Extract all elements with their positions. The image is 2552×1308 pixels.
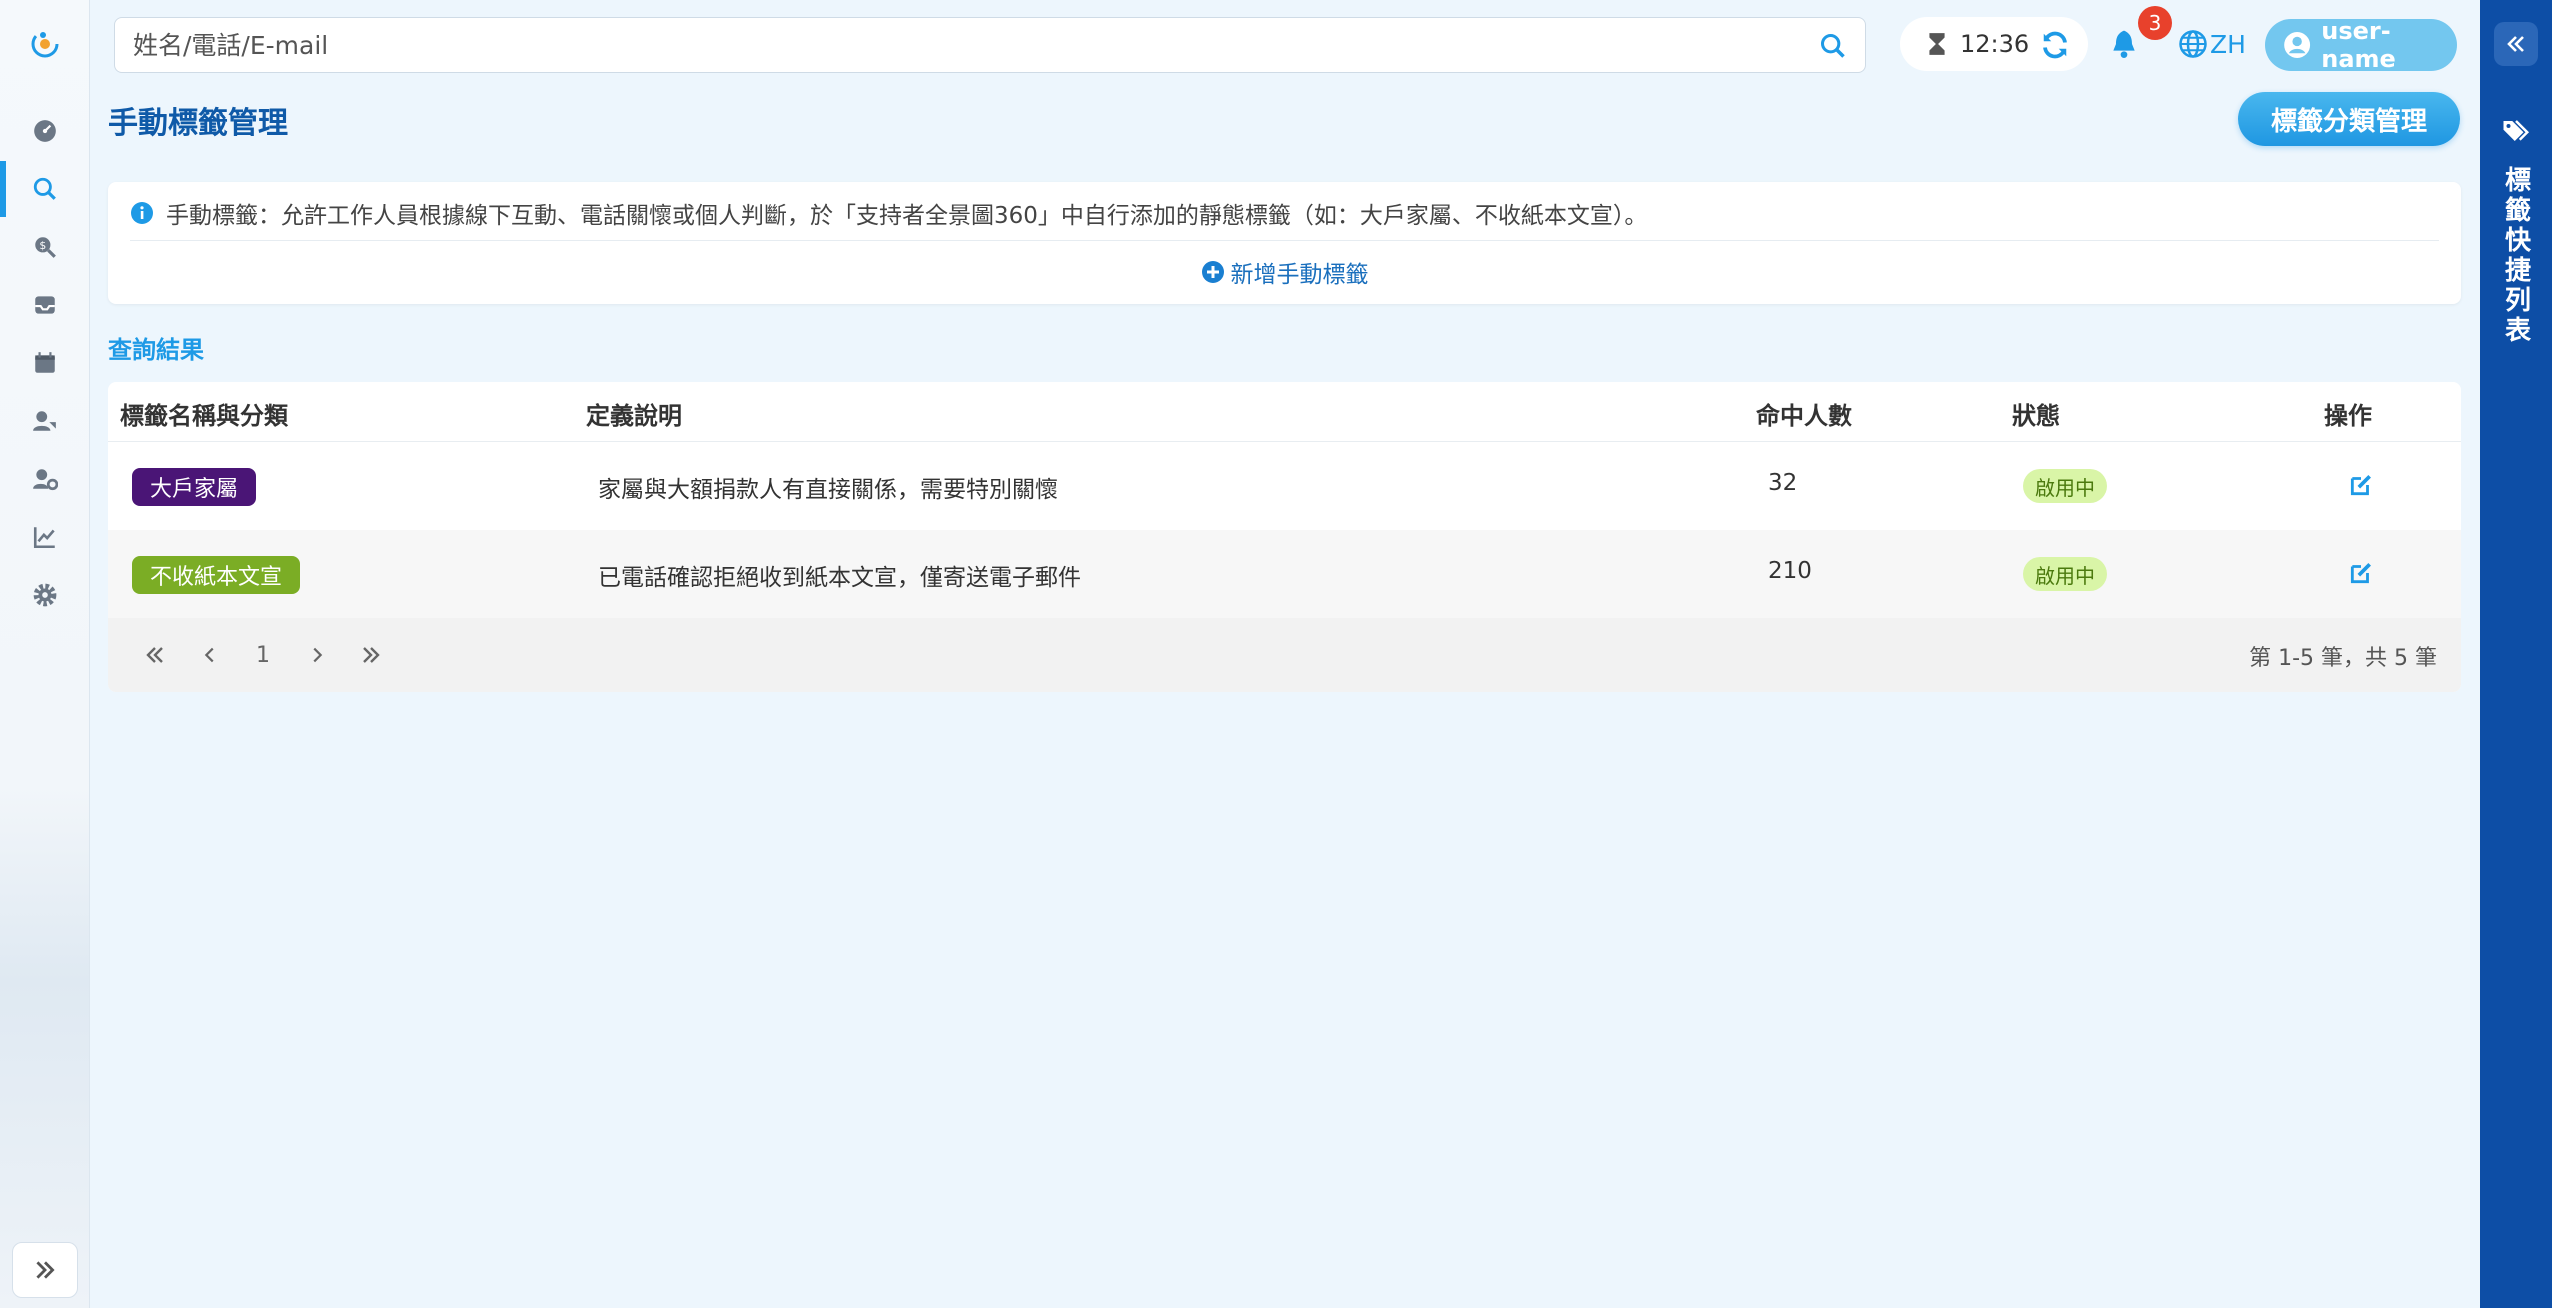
- chart-line-icon: [33, 527, 55, 549]
- double-chevron-left-icon: [2507, 36, 2524, 52]
- session-timer: 12:36: [1900, 17, 2088, 71]
- search-icon: [33, 177, 56, 200]
- page-title: 手動標籤管理: [108, 106, 288, 141]
- logo[interactable]: [27, 26, 63, 62]
- column-header-definition: 定義說明: [586, 402, 682, 430]
- collapse-panel-button[interactable]: [2494, 22, 2538, 66]
- pagination-summary: 第 1-5 筆，共 5 筆: [2249, 646, 2437, 671]
- double-chevron-left-icon: [146, 647, 163, 663]
- sidebar-item-analytics[interactable]: [0, 509, 90, 565]
- plus-circle-icon: [1201, 261, 1224, 283]
- table-row: 大戶家屬 家屬與大額捐款人有直接關係，需要特別關懷 32 啟用中: [108, 442, 2461, 530]
- info-text: 手動標籤：允許工作人員根據線下互動、電話關懷或個人判斷，於「支持者全景圖360」…: [166, 203, 1648, 229]
- results-section-title: 查詢結果: [108, 336, 204, 364]
- sidebar-item-search[interactable]: [0, 161, 90, 217]
- user-cog-icon: [33, 469, 58, 491]
- add-manual-tag-button[interactable]: 新增手動標籤: [108, 254, 2461, 290]
- dashboard-icon: [34, 120, 56, 142]
- prev-page-button[interactable]: [195, 640, 225, 670]
- pagination: 1 第 1-5 筆，共 5 筆: [108, 618, 2461, 692]
- language-label: ZH: [2210, 29, 2246, 59]
- status-badge: 啟用中: [2023, 557, 2107, 591]
- search-dollar-icon: $: [35, 237, 56, 258]
- tag-quick-list-title[interactable]: 標籤快捷列表: [2480, 166, 2552, 346]
- tag-description: 家屬與大額捐款人有直接關係，需要特別關懷: [598, 477, 1058, 503]
- sidebar-item-dashboard[interactable]: [0, 103, 90, 159]
- user-name: user-name: [2321, 17, 2396, 73]
- first-page-button[interactable]: [140, 640, 170, 670]
- sidebar-item-inbox[interactable]: [0, 277, 90, 333]
- bell-icon[interactable]: [2108, 28, 2140, 60]
- tag-pill[interactable]: 大戶家屬: [132, 468, 257, 506]
- table-header: 標籤名稱與分類 定義說明 命中人數 狀態 操作: [108, 382, 2461, 442]
- left-sidebar: $: [0, 0, 90, 1308]
- session-time: 12:36: [1960, 30, 2030, 58]
- notification-badge: 3: [2138, 6, 2172, 40]
- search-input[interactable]: [133, 18, 1793, 72]
- user-circle-icon: [2284, 32, 2311, 58]
- table-row: 不收紙本文宣 已電話確認拒絕收到紙本文宣，僅寄送電子郵件 210 啟用中: [108, 530, 2461, 618]
- sidebar-item-calendar[interactable]: [0, 335, 90, 391]
- svg-text:$: $: [39, 239, 46, 252]
- chevron-right-icon: [313, 647, 323, 663]
- next-page-button[interactable]: [302, 640, 332, 670]
- gear-icon: [33, 583, 57, 607]
- status-badge: 啟用中: [2023, 469, 2107, 503]
- tag-description: 已電話確認拒絕收到紙本文宣，僅寄送電子郵件: [598, 565, 1081, 591]
- tag-quick-list-panel: 標籤快捷列表: [2480, 0, 2552, 1308]
- column-header-status: 狀態: [2012, 402, 2060, 430]
- user-tag-icon: [33, 411, 56, 431]
- refresh-icon[interactable]: [2040, 30, 2070, 60]
- inbox-icon: [35, 296, 55, 314]
- hit-count: 32: [1768, 470, 1798, 496]
- calendar-icon: [35, 352, 55, 373]
- sidebar-item-donation-search[interactable]: $: [0, 219, 90, 275]
- double-chevron-right-icon: [36, 1261, 55, 1279]
- user-menu-button[interactable]: user-name: [2265, 17, 2457, 73]
- tags-icon: [2503, 120, 2530, 141]
- column-header-tag-name: 標籤名稱與分類: [120, 402, 288, 430]
- column-header-hits: 命中人數: [1756, 402, 1852, 430]
- add-manual-tag-label: 新增手動標籤: [1230, 262, 1369, 288]
- sidebar-item-user-tags[interactable]: [0, 393, 90, 449]
- edit-icon[interactable]: [2348, 472, 2374, 498]
- column-header-actions: 操作: [2324, 402, 2372, 430]
- expand-sidebar-button[interactable]: [12, 1242, 78, 1298]
- divider: [130, 240, 2439, 241]
- chevron-left-icon: [204, 647, 214, 663]
- info-card: 手動標籤：允許工作人員根據線下互動、電話關懷或個人判斷，於「支持者全景圖360」…: [108, 182, 2461, 304]
- sidebar-item-settings[interactable]: [0, 567, 90, 623]
- last-page-button[interactable]: [356, 640, 386, 670]
- globe-icon: [2179, 30, 2207, 58]
- current-page[interactable]: 1: [248, 640, 278, 670]
- hit-count: 210: [1768, 558, 1812, 584]
- double-chevron-right-icon: [363, 647, 380, 663]
- results-table: 標籤名稱與分類 定義說明 命中人數 狀態 操作 大戶家屬 家屬與大額捐款人有直接…: [108, 382, 2461, 692]
- sidebar-item-user-settings[interactable]: [0, 451, 90, 507]
- edit-icon[interactable]: [2348, 560, 2374, 586]
- tag-category-management-button[interactable]: 標籤分類管理: [2238, 92, 2460, 146]
- info-icon: [131, 202, 153, 224]
- language-switcher[interactable]: ZH: [2178, 26, 2246, 62]
- global-search-box: [114, 17, 1866, 73]
- hourglass-icon: [1929, 33, 1945, 55]
- tag-pill[interactable]: 不收紙本文宣: [132, 556, 301, 594]
- search-icon[interactable]: [1819, 32, 1847, 60]
